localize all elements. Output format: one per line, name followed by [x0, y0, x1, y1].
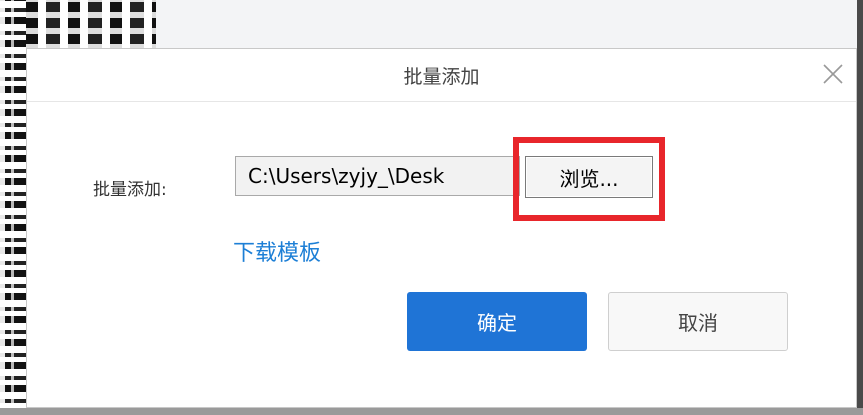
- qr-code-fragment-top: [26, 0, 156, 50]
- close-icon: [823, 64, 843, 84]
- dialog-title: 批量添加: [403, 65, 480, 88]
- close-button[interactable]: [818, 59, 848, 89]
- qr-code-fragment: [0, 0, 26, 415]
- batch-add-label: 批量添加:: [93, 180, 167, 200]
- file-path-input[interactable]: C:\Users\zyjy_\Desk: [235, 156, 520, 196]
- download-template-link[interactable]: 下载模板: [233, 235, 321, 267]
- browse-button[interactable]: 浏览...: [525, 156, 653, 198]
- batch-add-dialog: 批量添加 批量添加: C:\Users\zyjy_\Desk 浏览... 下载模…: [26, 48, 857, 408]
- ok-button[interactable]: 确定: [407, 292, 587, 351]
- background-edge-bottom: [0, 408, 863, 415]
- background-edge: [857, 0, 863, 415]
- cancel-button[interactable]: 取消: [608, 292, 788, 351]
- dialog-header: 批量添加: [27, 49, 856, 102]
